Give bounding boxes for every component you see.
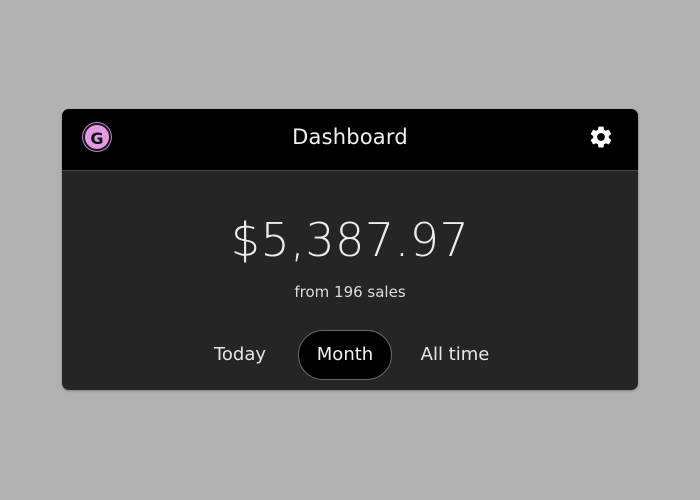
widget-header: G Dashboard bbox=[62, 109, 638, 171]
gear-icon[interactable] bbox=[588, 124, 614, 150]
tab-today[interactable]: Today bbox=[200, 330, 280, 380]
tab-all-time[interactable]: All time bbox=[412, 330, 498, 380]
page-title: Dashboard bbox=[292, 125, 408, 149]
tab-month[interactable]: Month bbox=[298, 330, 392, 380]
sales-count-text: from 196 sales bbox=[294, 283, 406, 301]
dashboard-widget: G Dashboard $5,387.97 from 196 sales Tod… bbox=[62, 109, 638, 390]
sales-amount: $5,387.97 bbox=[230, 213, 470, 267]
